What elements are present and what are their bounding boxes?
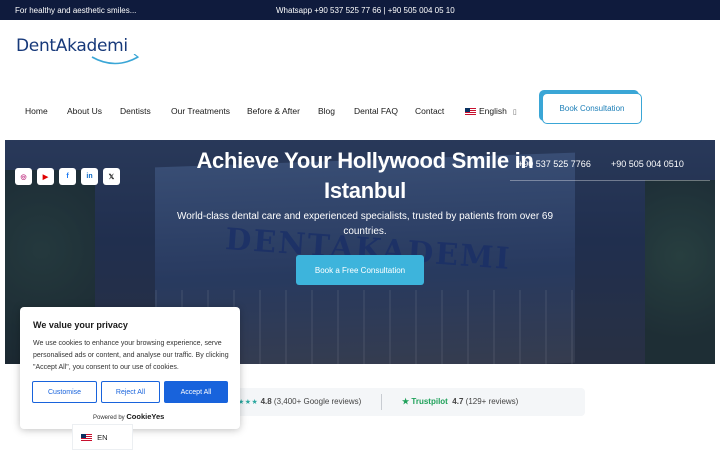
- language-switcher[interactable]: EN: [72, 424, 133, 450]
- language-label: English: [479, 106, 507, 116]
- trustpilot-rating: ★ Trustpilot 4.7 (129+ reviews): [402, 397, 518, 406]
- tagline: For healthy and aesthetic smiles...: [15, 6, 137, 15]
- smile-logo-icon: [91, 54, 140, 65]
- nav-contact[interactable]: Contact: [415, 106, 444, 116]
- cookie-body: We use cookies to enhance your browsing …: [33, 340, 229, 371]
- powered-by-label: Powered by: [93, 415, 125, 421]
- free-consultation-button[interactable]: Book a Free Consultation: [296, 255, 424, 285]
- phone-number-2[interactable]: +90 505 004 0510: [611, 159, 684, 169]
- hero-divider: [510, 180, 710, 181]
- google-score: 4.8: [260, 397, 272, 406]
- trustpilot-review-count: (129+ reviews): [465, 397, 519, 406]
- logo[interactable]: DentAkademi: [16, 36, 141, 70]
- nav-about-us[interactable]: About Us: [67, 106, 102, 116]
- phone-number-1[interactable]: +90 537 525 7766: [518, 159, 591, 169]
- instagram-icon[interactable]: ◎: [15, 168, 32, 185]
- hero-subtitle: World-class dental care and experienced …: [176, 211, 554, 237]
- google-review-count: (3,400+ Google reviews): [273, 397, 362, 406]
- facebook-icon[interactable]: f: [59, 168, 76, 185]
- trustpilot-score: 4.7: [452, 397, 464, 406]
- cookie-title: We value your privacy: [33, 320, 128, 330]
- language-code: EN: [97, 433, 108, 442]
- youtube-icon[interactable]: ▶: [37, 168, 54, 185]
- ratings-separator: [381, 394, 382, 410]
- nav-dentists[interactable]: Dentists: [120, 106, 151, 116]
- x-icon[interactable]: 𝕏: [103, 168, 120, 185]
- hero-title: Achieve Your Hollywood Smile in Istanbul: [196, 148, 534, 203]
- trustpilot-logo: ★ Trustpilot: [402, 397, 448, 406]
- book-consultation-button[interactable]: Book Consultation: [542, 93, 642, 124]
- us-flag-icon: [465, 108, 476, 115]
- google-rating: ★★★ 4.8 (3,400+ Google reviews): [238, 397, 361, 406]
- us-flag-icon: [81, 434, 92, 441]
- nav-our-treatments[interactable]: Our Treatments: [171, 106, 230, 116]
- nav-blog[interactable]: Blog: [318, 106, 335, 116]
- accept-all-button[interactable]: Accept All: [164, 381, 228, 403]
- linkedin-icon[interactable]: in: [81, 168, 98, 185]
- language-dropdown[interactable]: English ▯: [465, 106, 517, 116]
- nav-before-after[interactable]: Before & After: [247, 106, 300, 116]
- customise-button[interactable]: Customise: [32, 381, 97, 403]
- ratings-bar: ★★★ 4.8 (3,400+ Google reviews) ★ Trustp…: [228, 388, 585, 416]
- google-stars-icon: ★★★: [238, 399, 259, 406]
- powered-by[interactable]: Powered by CookieYes: [93, 412, 164, 421]
- nav-home[interactable]: Home: [25, 106, 48, 116]
- contact-numbers[interactable]: Whatsapp +90 537 525 77 66 | +90 505 004…: [276, 6, 455, 15]
- nav-dental-faq[interactable]: Dental FAQ: [354, 106, 398, 116]
- cookieyes-logo: CookieYes: [126, 412, 165, 421]
- logo-text: DentAkademi: [16, 36, 128, 56]
- top-bar: For healthy and aesthetic smiles... What…: [0, 0, 720, 20]
- chevron-down-icon: ▯: [512, 109, 517, 116]
- cookie-consent-banner: We value your privacy We use cookies to …: [20, 307, 240, 429]
- header: DentAkademi Home About Us Dentists Our T…: [0, 20, 720, 140]
- reject-all-button[interactable]: Reject All: [101, 381, 160, 403]
